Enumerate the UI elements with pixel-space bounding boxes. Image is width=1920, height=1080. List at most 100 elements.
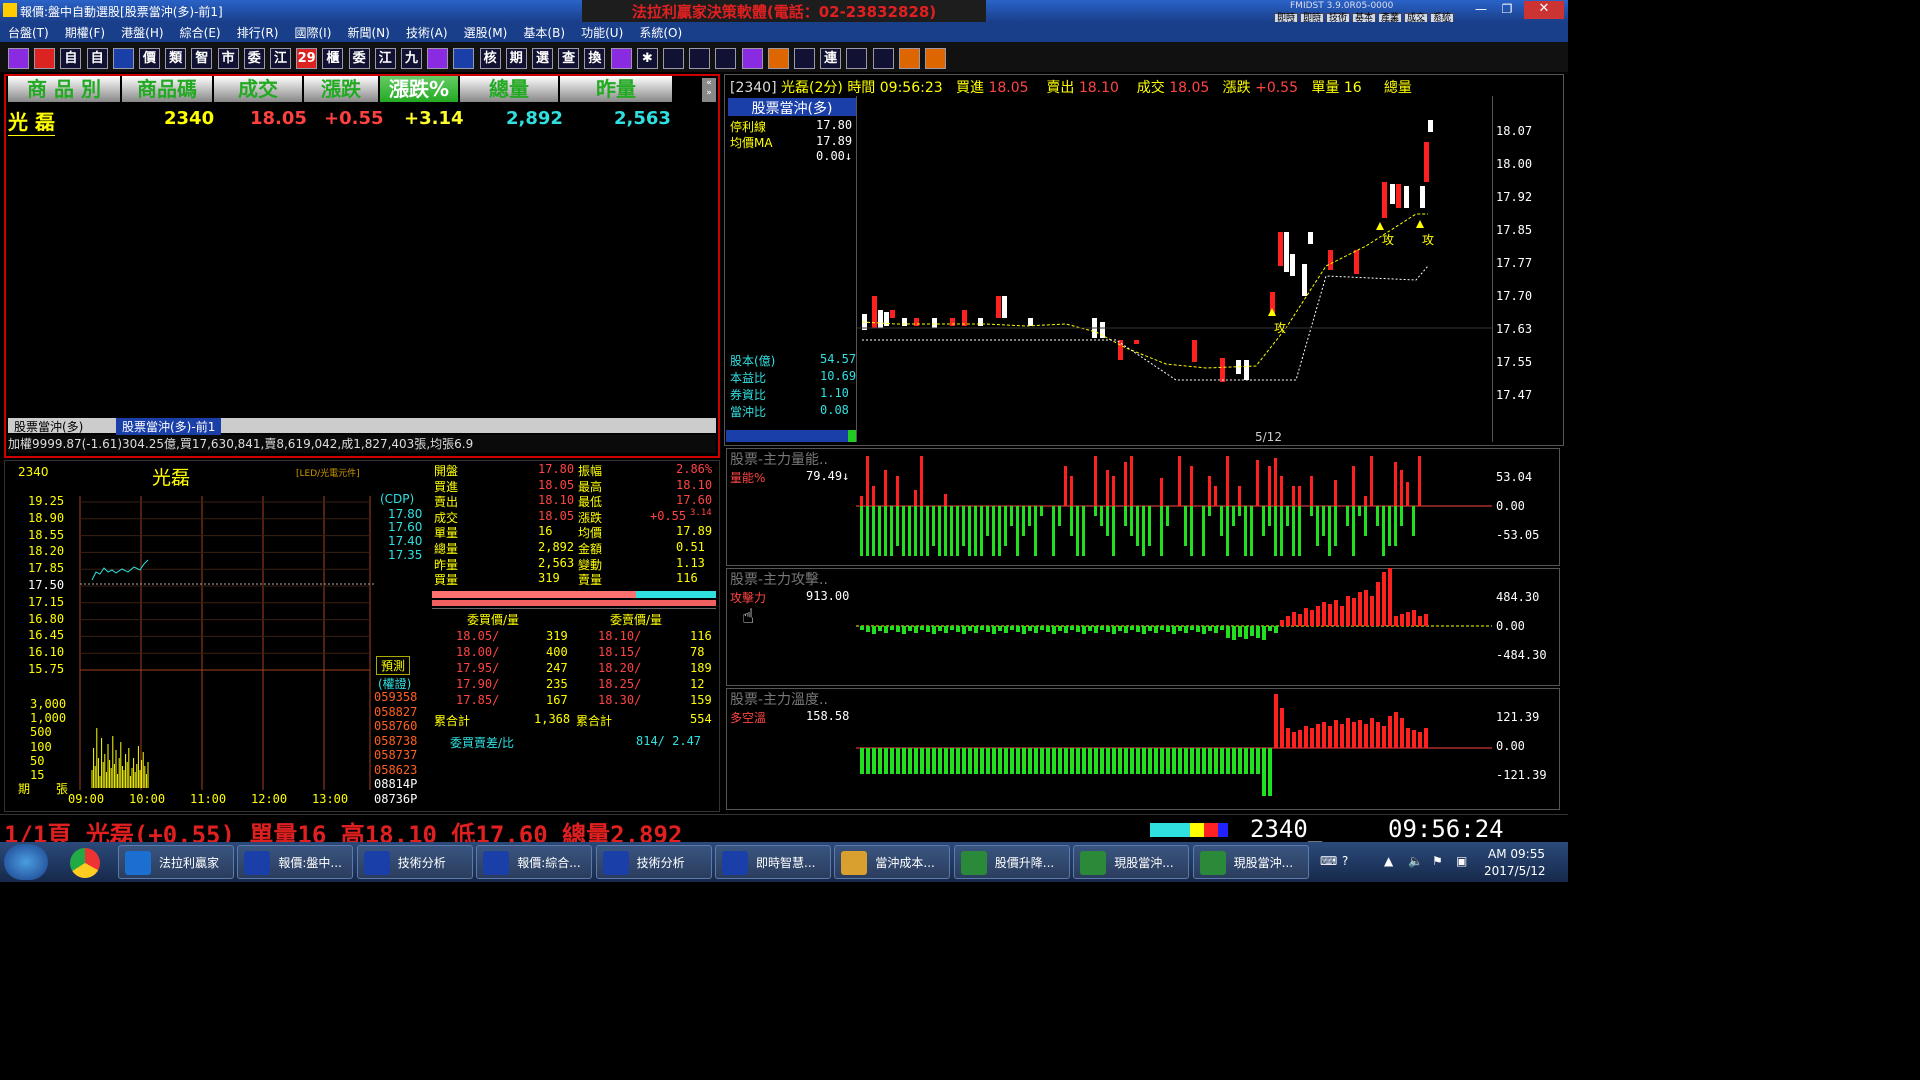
warrant-code[interactable]: 058623: [374, 763, 417, 777]
menu-fundamental[interactable]: 基本(B): [523, 26, 565, 40]
warrant-code[interactable]: 059358: [374, 690, 417, 704]
ask-price[interactable]: 18.15/: [598, 645, 641, 659]
clock-time[interactable]: AM 09:55: [1488, 847, 1545, 861]
col-header-change[interactable]: 漲跌: [304, 76, 378, 102]
taskbar-item[interactable]: 技術分析: [595, 845, 712, 879]
menu-hongkong[interactable]: 港盤(H): [121, 26, 163, 40]
toolbar-button[interactable]: [8, 48, 29, 69]
close-icon[interactable]: ✕: [1524, 1, 1564, 19]
col-header-change-pct[interactable]: 漲跌%: [380, 76, 458, 102]
menu-functions[interactable]: 功能(U): [581, 26, 623, 40]
toolbar-button[interactable]: 自: [60, 48, 82, 69]
tray-up-icon[interactable]: ▲: [1384, 854, 1393, 868]
volume-icon[interactable]: 🔈: [1408, 854, 1423, 868]
indicator-title[interactable]: 股票-主力溫度..: [730, 689, 828, 709]
toolbar-button[interactable]: [767, 48, 789, 69]
toolbar-button[interactable]: 江: [374, 48, 396, 69]
toolbar-button[interactable]: 九: [401, 48, 422, 69]
chrome-icon[interactable]: [70, 848, 100, 878]
taskbar-item[interactable]: 即時智慧...: [715, 845, 831, 879]
col-header-price[interactable]: 成交: [214, 76, 302, 102]
taskbar-item[interactable]: 技術分析: [356, 845, 473, 879]
toolbar-button[interactable]: [112, 48, 134, 69]
toolbar-button[interactable]: [427, 48, 449, 69]
warrant-code[interactable]: 08736P: [374, 792, 417, 806]
toolbar-button[interactable]: 核: [479, 48, 501, 69]
ask-price[interactable]: 18.25/: [598, 677, 641, 691]
warrant-code[interactable]: 058737: [374, 748, 417, 762]
warrant-code[interactable]: 058827: [374, 705, 417, 719]
scroll-arrows-icon[interactable]: «»: [702, 78, 716, 102]
toolbar-button[interactable]: 市: [217, 48, 239, 69]
warrant-code[interactable]: 08814P: [374, 777, 417, 791]
taskbar-item[interactable]: 報價:綜合...: [476, 845, 593, 879]
toolbar-button[interactable]: [34, 48, 56, 69]
taskbar-item[interactable]: 現股當沖...: [1192, 845, 1309, 879]
menu-taiwan[interactable]: 台盤(T): [8, 26, 49, 40]
tab-daytrade-long-prev[interactable]: 股票當沖(多)-前1: [116, 418, 222, 435]
table-row[interactable]: 光 磊 2340 18.05 +0.55 +3.14 2,892 2,563: [8, 104, 672, 136]
minimize-icon[interactable]: —: [1468, 2, 1494, 18]
bid-price[interactable]: 18.00/: [456, 645, 499, 659]
indicator-title[interactable]: 股票-主力量能..: [730, 449, 828, 469]
menu-screener[interactable]: 選股(M): [464, 26, 508, 40]
menu-composite[interactable]: 綜合(E): [180, 26, 221, 40]
taskbar-item[interactable]: 當沖成本...: [834, 845, 951, 879]
toolbar-button[interactable]: 連: [820, 48, 842, 69]
col-header-volume[interactable]: 總量: [460, 76, 558, 102]
toolbar-button[interactable]: [872, 48, 894, 69]
strategy-label[interactable]: 股票當沖(多): [728, 98, 856, 117]
warrant-code[interactable]: 058738: [374, 734, 417, 748]
menu-international[interactable]: 國際(I): [295, 26, 332, 40]
warrant-code[interactable]: 058760: [374, 719, 417, 733]
clock-date[interactable]: 2017/5/12: [1484, 864, 1546, 878]
taskbar-item[interactable]: 股價升降...: [953, 845, 1070, 879]
menu-ranking[interactable]: 排行(R): [237, 26, 279, 40]
ask-price[interactable]: 18.10/: [598, 629, 641, 643]
menu-futures[interactable]: 期權(F): [65, 26, 105, 40]
toolbar-button[interactable]: 換: [584, 48, 606, 69]
toolbar-button[interactable]: [453, 48, 475, 69]
start-button[interactable]: [4, 844, 48, 880]
toolbar-button[interactable]: 智: [191, 48, 213, 69]
scroll-thumb[interactable]: [848, 430, 856, 442]
col-header-prev-volume[interactable]: 昨量: [560, 76, 672, 102]
taskbar-item[interactable]: 報價:盤中...: [237, 845, 354, 879]
predict-button[interactable]: 預測: [376, 656, 411, 675]
toolbar-button[interactable]: [689, 48, 711, 69]
menu-system[interactable]: 系統(O): [639, 26, 682, 40]
taskbar-item[interactable]: 法拉利贏家: [118, 845, 234, 879]
restore-icon[interactable]: ❐: [1494, 2, 1520, 18]
keyboard-icon[interactable]: ⌨: [1320, 854, 1337, 868]
toolbar-button[interactable]: 委: [348, 48, 370, 69]
bid-price[interactable]: 17.95/: [456, 661, 499, 675]
toolbar-button[interactable]: [715, 48, 737, 69]
toolbar-button[interactable]: 29: [296, 48, 318, 69]
toolbar-button[interactable]: 委: [243, 48, 265, 69]
menu-technical[interactable]: 技術(A): [406, 26, 448, 40]
flag-icon[interactable]: ⚑: [1432, 854, 1443, 868]
indicator-title[interactable]: 股票-主力攻擊..: [730, 569, 828, 589]
toolbar-button[interactable]: [663, 48, 684, 69]
toolbar-button[interactable]: 期: [505, 48, 527, 69]
toolbar-button[interactable]: [741, 48, 763, 69]
toolbar-button[interactable]: 選: [532, 48, 553, 69]
help-icon[interactable]: ?: [1342, 854, 1348, 868]
col-header-name[interactable]: 商 品 別: [8, 76, 120, 102]
network-icon[interactable]: ▣: [1456, 854, 1467, 868]
bid-price[interactable]: 17.90/: [456, 677, 499, 691]
toolbar-button[interactable]: [794, 48, 815, 69]
toolbar-button[interactable]: 自: [86, 48, 108, 69]
toolbar-button[interactable]: 江: [270, 48, 291, 69]
ask-price[interactable]: 18.30/: [598, 693, 641, 707]
toolbar-button[interactable]: ✱: [636, 48, 658, 69]
bid-price[interactable]: 18.05/: [456, 629, 499, 643]
menu-news[interactable]: 新聞(N): [348, 26, 390, 40]
toolbar-button[interactable]: 類: [165, 48, 187, 69]
toolbar-button[interactable]: 價: [139, 48, 160, 69]
scroll-bar[interactable]: [726, 430, 856, 442]
toolbar-button[interactable]: [610, 48, 632, 69]
ask-price[interactable]: 18.20/: [598, 661, 641, 675]
toolbar-button[interactable]: [898, 48, 920, 69]
toolbar-button[interactable]: 查: [558, 48, 580, 69]
